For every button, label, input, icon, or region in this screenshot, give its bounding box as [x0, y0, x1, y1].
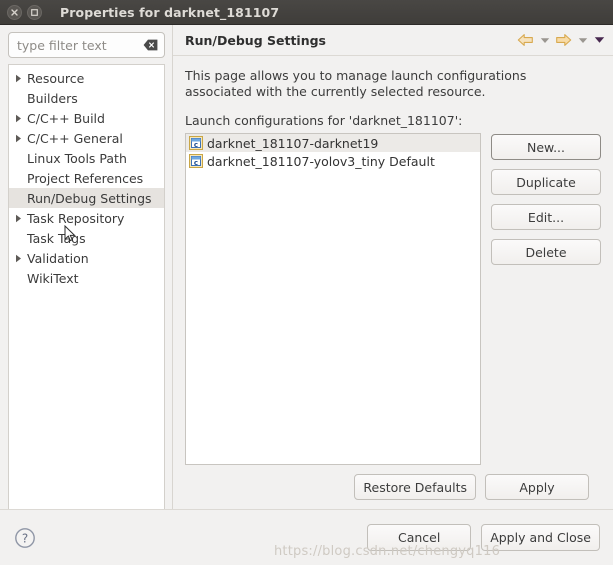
- sidebar-item-c-c-build[interactable]: C/C++ Build: [9, 108, 164, 128]
- c-app-icon: c: [189, 136, 203, 150]
- navigation-toolbar: [516, 30, 607, 50]
- svg-text:?: ?: [22, 531, 28, 545]
- sidebar-item-label: WikiText: [27, 270, 79, 286]
- tree-expand-arrow-icon[interactable]: [15, 214, 26, 223]
- sidebar-item-validation[interactable]: Validation: [9, 248, 164, 268]
- arrow-left-icon[interactable]: [516, 30, 535, 50]
- page-content: This page allows you to manage launch co…: [173, 56, 613, 509]
- c-app-icon: c: [189, 154, 203, 168]
- tree-expand-arrow-icon[interactable]: [15, 134, 26, 143]
- sidebar-item-wikitext[interactable]: WikiText: [9, 268, 164, 288]
- sidebar: Resource Builders C/C++ Build C/C++ General…: [0, 25, 172, 509]
- close-icon: [11, 8, 18, 16]
- sidebar-item-label: Run/Debug Settings: [27, 190, 152, 206]
- page-footer-buttons: Restore Defaults Apply: [185, 465, 601, 509]
- sidebar-item-label: Task Tags: [27, 230, 86, 246]
- sidebar-item-run-debug-settings[interactable]: Run/Debug Settings: [9, 188, 164, 208]
- sidebar-item-project-references[interactable]: Project References: [9, 168, 164, 188]
- restore-defaults-button[interactable]: Restore Defaults: [354, 474, 476, 500]
- window-title: Properties for darknet_181107: [60, 4, 280, 20]
- chevron-down-filled-icon[interactable]: [592, 30, 607, 50]
- minimize-icon: [31, 8, 38, 16]
- sidebar-item-builders[interactable]: Builders: [9, 88, 164, 108]
- sidebar-item-resource[interactable]: Resource: [9, 68, 164, 88]
- dialog-footer: ? Cancel Apply and Close: [0, 509, 613, 565]
- close-button[interactable]: [7, 4, 22, 20]
- page-header: Run/Debug Settings: [173, 25, 613, 56]
- minimize-button[interactable]: [27, 4, 42, 20]
- edit-button[interactable]: Edit...: [491, 204, 601, 230]
- sidebar-item-label: C/C++ General: [27, 130, 123, 146]
- sidebar-item-linux-tools-path[interactable]: Linux Tools Path: [9, 148, 164, 168]
- settings-tree[interactable]: Resource Builders C/C++ Build C/C++ General…: [8, 64, 165, 509]
- back-history-chevron-down-icon[interactable]: [537, 30, 552, 50]
- dialog-action-buttons: Cancel Apply and Close: [367, 524, 600, 551]
- list-action-buttons: New... Duplicate Edit... Delete: [491, 133, 601, 465]
- svg-text:c: c: [194, 141, 198, 149]
- page-description-line2: associated with the currently selected r…: [185, 84, 486, 99]
- help-button[interactable]: ?: [13, 526, 37, 550]
- clear-icon[interactable]: [143, 39, 158, 51]
- svg-text:c: c: [194, 159, 198, 167]
- delete-button[interactable]: Delete: [491, 239, 601, 265]
- launch-configuration-name: darknet_181107-yolov3_tiny Default: [207, 153, 435, 169]
- page-pane: Run/Debug Settings This page allows you …: [172, 25, 613, 509]
- cancel-button[interactable]: Cancel: [367, 524, 472, 551]
- launch-configurations-label: Launch configurations for 'darknet_18110…: [185, 113, 463, 128]
- page-title: Run/Debug Settings: [185, 32, 326, 48]
- apply-and-close-button[interactable]: Apply and Close: [481, 524, 600, 551]
- new-button[interactable]: New...: [491, 134, 601, 160]
- sidebar-item-label: Linux Tools Path: [27, 150, 127, 166]
- title-bar: Properties for darknet_181107: [0, 0, 613, 25]
- apply-button[interactable]: Apply: [485, 474, 589, 500]
- arrow-right-icon[interactable]: [554, 30, 573, 50]
- sidebar-item-task-repository[interactable]: Task Repository: [9, 208, 164, 228]
- page-description-line1: This page allows you to manage launch co…: [185, 68, 527, 83]
- sidebar-item-task-tags[interactable]: Task Tags: [9, 228, 164, 248]
- launch-configuration-name: darknet_181107-darknet19: [207, 135, 379, 151]
- launch-configurations-list[interactable]: c darknet_181107-darknet19 c darknet_181107…: [185, 133, 481, 465]
- duplicate-button[interactable]: Duplicate: [491, 169, 601, 195]
- sidebar-item-label: Project References: [27, 170, 144, 186]
- forward-history-chevron-down-icon[interactable]: [575, 30, 590, 50]
- search-input[interactable]: [17, 37, 135, 53]
- tree-expand-arrow-icon[interactable]: [15, 114, 26, 123]
- dialog-body: Resource Builders C/C++ Build C/C++ General…: [0, 25, 613, 509]
- sidebar-item-label: Validation: [27, 250, 89, 266]
- list-item[interactable]: c darknet_181107-darknet19: [186, 134, 480, 152]
- tree-expand-arrow-icon[interactable]: [15, 74, 26, 83]
- help-icon: ?: [15, 527, 35, 548]
- filter-box[interactable]: [8, 32, 165, 58]
- sidebar-item-label: Task Repository: [27, 210, 125, 226]
- list-and-buttons: c darknet_181107-darknet19 c darknet_181107…: [185, 133, 601, 465]
- properties-dialog: Properties for darknet_181107 Resource Bu…: [0, 0, 613, 565]
- tree-expand-arrow-icon[interactable]: [15, 254, 26, 263]
- sidebar-item-c-c-general[interactable]: C/C++ General: [9, 128, 164, 148]
- sidebar-item-label: Resource: [27, 70, 85, 86]
- sidebar-item-label: Builders: [27, 90, 78, 106]
- list-item[interactable]: c darknet_181107-yolov3_tiny Default: [186, 152, 480, 170]
- sidebar-item-label: C/C++ Build: [27, 110, 105, 126]
